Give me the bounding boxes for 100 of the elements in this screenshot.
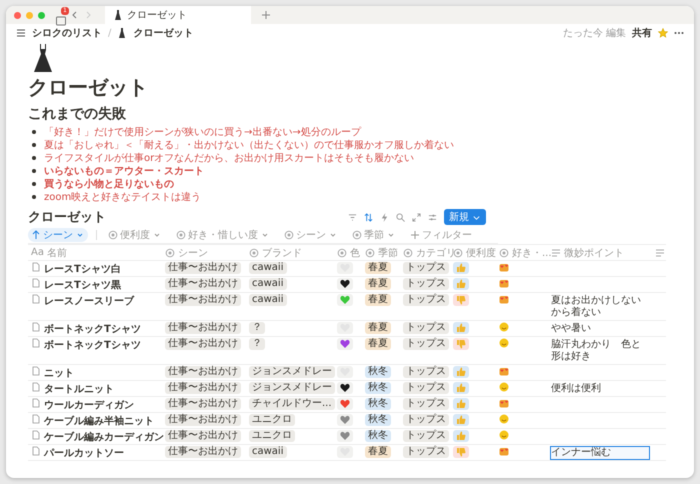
database-title: クローゼット — [28, 209, 106, 226]
category-tag: トップス — [403, 414, 449, 426]
text-lines-icon — [551, 248, 561, 258]
brand-tag: ジョンスメドレー — [249, 382, 335, 394]
settings-icon[interactable] — [428, 212, 437, 222]
category-tag: トップス — [403, 338, 449, 350]
bullet-text: 「好き！」だけで使用シーンが狭いのに買う→出番ない→処分のループ — [44, 126, 361, 138]
bullet-dot — [32, 142, 36, 146]
note-cell[interactable]: 夏はお出かけしないから着ない — [550, 294, 650, 320]
dress-icon — [32, 44, 54, 72]
new-tab-icon[interactable] — [262, 11, 270, 19]
brand-tag: ？ — [249, 322, 265, 334]
scene-tag: 仕事〜お出かけ — [165, 294, 241, 306]
category-tag: トップス — [403, 446, 449, 458]
scene-tag: 仕事〜お出かけ — [165, 338, 241, 350]
row-title[interactable]: レースノースリーブ — [44, 294, 134, 308]
dress-icon — [113, 10, 123, 20]
brand-tag: ユニクロ — [249, 430, 295, 442]
scene-tag: 仕事〜お出かけ — [165, 446, 241, 458]
category-tag: トップス — [403, 366, 449, 378]
share-button[interactable]: 共有 — [632, 26, 652, 40]
category-tag: トップス — [403, 398, 449, 410]
season-tag: 春夏 — [365, 262, 391, 274]
bullet-dot — [32, 156, 36, 160]
category-tag: トップス — [403, 382, 449, 394]
expand-icon[interactable] — [412, 212, 421, 222]
season-tag: 秋冬 — [365, 414, 391, 426]
browser-tab[interactable]: クローゼット — [105, 6, 251, 24]
bullet-dot — [32, 130, 36, 134]
season-tag: 春夏 — [365, 322, 391, 334]
lightning-icon[interactable] — [380, 212, 389, 222]
select-icon — [284, 230, 294, 240]
arrow-up-icon — [31, 230, 41, 240]
brand-tag: チャイルドウー... — [249, 398, 335, 410]
bullet-dot — [32, 182, 36, 186]
row-title[interactable]: ボートネックTシャツ — [44, 338, 141, 352]
bullet-text: いらないもの＝アウター・スカート — [44, 164, 204, 178]
sort-icon[interactable] — [364, 212, 373, 222]
note-cell[interactable]: 脇汗丸わかり 色と形は好き — [550, 338, 650, 364]
back-icon[interactable] — [71, 11, 79, 19]
row-title[interactable]: パールカットソー — [44, 446, 124, 460]
brand-tag: ジョンスメドレー — [249, 366, 335, 378]
row-title[interactable]: ボートネックTシャツ — [44, 322, 141, 336]
brand-tag: ？ — [249, 338, 265, 350]
section-heading: これまでの失敗 — [28, 105, 127, 123]
note-cell[interactable]: 便利は便利 — [550, 382, 650, 396]
star-icon[interactable] — [658, 28, 668, 38]
category-tag: トップス — [403, 294, 449, 306]
bullet-dot — [32, 194, 36, 198]
note-cell[interactable]: やや暑い — [550, 322, 650, 336]
plus-icon — [410, 230, 420, 240]
scene-tag: 仕事〜お出かけ — [165, 430, 241, 442]
bullet-text: zoom映えと好きなテイストは違う — [44, 190, 202, 204]
category-tag: トップス — [403, 430, 449, 442]
select-icon — [499, 248, 509, 258]
row-title[interactable]: ニット — [44, 366, 74, 380]
row-title[interactable]: レースTシャツ黒 — [44, 278, 121, 292]
scene-tag: 仕事〜お出かけ — [165, 278, 241, 290]
note-cell[interactable]: インナー悩む — [550, 446, 650, 460]
scene-tag: 仕事〜お出かけ — [165, 414, 241, 426]
row-title[interactable]: タートルニット — [44, 382, 114, 396]
brand-tag: cawaii — [249, 446, 286, 458]
tab-title: クローゼット — [127, 9, 187, 22]
row-title[interactable]: ウールカーディガン — [44, 398, 134, 412]
breadcrumb-link[interactable]: シロクのリスト — [32, 26, 102, 40]
bullet-text: 夏は「おしゃれ」＜「耐える」・出かけない（出たくない）ので仕事服かオフ服しか着ない — [44, 138, 454, 152]
category-tag: トップス — [403, 278, 449, 290]
text-lines-icon — [655, 248, 665, 258]
breadcrumb-link[interactable]: クローゼット — [133, 26, 194, 40]
row-title[interactable]: ケーブル編み半袖ニット — [44, 414, 154, 428]
row-title[interactable]: ケーブル編みカーディガン — [44, 430, 164, 444]
season-tag: 秋冬 — [365, 382, 391, 394]
type-label: Aa — [31, 247, 44, 258]
season-tag: 春夏 — [365, 338, 391, 350]
row-title[interactable]: レースTシャツ白 — [44, 262, 121, 276]
page-title: クローゼット — [28, 74, 149, 101]
brand-tag: cawaii — [249, 262, 286, 274]
edit-status: たった今 編集 — [562, 27, 626, 40]
category-tag: トップス — [403, 322, 449, 334]
bullet-text: 買うなら小物と足りないもの — [44, 178, 174, 190]
season-tag: 秋冬 — [365, 398, 391, 410]
brand-tag: cawaii — [249, 294, 286, 306]
list-icon — [16, 28, 26, 38]
new-button[interactable]: 新規 — [444, 209, 486, 225]
bullet-dot — [32, 168, 36, 172]
scene-tag: 仕事〜お出かけ — [165, 262, 241, 274]
search-icon[interactable] — [396, 212, 405, 222]
filter-icon[interactable] — [348, 212, 357, 222]
season-tag: 春夏 — [365, 278, 391, 290]
scene-tag: 仕事〜お出かけ — [165, 398, 241, 410]
season-tag: 秋冬 — [365, 366, 391, 378]
forward-icon[interactable] — [84, 11, 92, 19]
scene-tag: 仕事〜お出かけ — [165, 382, 241, 394]
select-icon — [108, 230, 118, 240]
scene-tag: 仕事〜お出かけ — [165, 366, 241, 378]
season-tag: 春夏 — [365, 294, 391, 306]
brand-tag: ユニクロ — [249, 414, 295, 426]
select-icon — [403, 248, 413, 258]
sidebar-icon[interactable] — [56, 16, 66, 26]
season-tag: 秋冬 — [365, 430, 391, 442]
